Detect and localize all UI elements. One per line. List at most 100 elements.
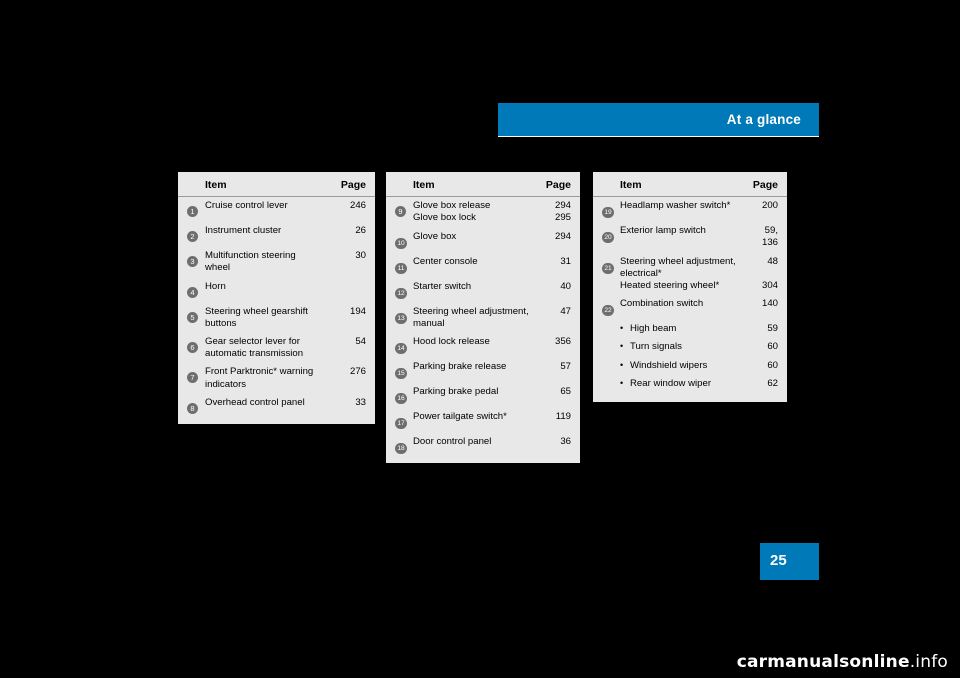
row-page-cell: 33 [332, 397, 366, 409]
row-page-cell: 30 [332, 250, 366, 262]
row-page-cell: 57 [537, 361, 571, 373]
row-page-cell: 119 [537, 411, 571, 423]
page-number: 25 [770, 552, 787, 569]
section-title: At a glance [726, 112, 801, 127]
table-row: 12 Starter switch 40 [395, 281, 571, 300]
page-number-text: 294 [554, 200, 571, 212]
row-item-cell: Starter switch [413, 281, 537, 293]
callout-number-badge: 18 [395, 443, 407, 455]
item-text-line: Horn [205, 280, 226, 292]
row-page-cell: 40 [537, 281, 571, 293]
row-item-cell: Hood lock release [413, 336, 537, 348]
row-item-cell: Steering wheel gearshift buttons [205, 306, 332, 330]
row-page-cell: 48 304 [744, 256, 778, 293]
item-text-line: Glove box release [413, 200, 491, 212]
callout-number-badge: 16 [395, 393, 407, 405]
callout-number-badge: 15 [395, 368, 407, 380]
page-number-text: 30 [355, 250, 366, 262]
callout-number-badge: 11 [395, 262, 407, 274]
row-item-cell: Steering wheel adjustment, electrical* Hea… [620, 256, 744, 293]
row-page-cell: 276 [332, 366, 366, 378]
table-row: 10 Glove box 294 [395, 231, 571, 250]
row-number-cell: 15 [395, 361, 413, 380]
header-page-label: Page [545, 179, 571, 191]
page-number-text: 294 [554, 230, 571, 242]
item-text-line: automatic transmission [205, 348, 304, 360]
table-body: 9 Glove box release Glove box lock 294 295 10… [386, 197, 580, 463]
item-text-line: Parking brake pedal [413, 386, 499, 398]
item-text-line: Overhead control panel [205, 396, 305, 408]
header-number-column [395, 179, 413, 180]
item-text-line: Headlamp washer switch* [620, 200, 731, 212]
row-number-cell: 16 [395, 386, 413, 405]
item-text-line: Front Parktronic* warning [205, 366, 314, 378]
sub-item-label: Windshield wipers [620, 359, 744, 372]
item-text-line: electrical* [620, 267, 662, 279]
row-number-cell: 11 [395, 256, 413, 275]
callout-number-badge: 1 [187, 206, 198, 218]
row-number-cell: 14 [395, 336, 413, 355]
callout-number-badge: 19 [602, 207, 614, 219]
page-number-text: 356 [554, 336, 571, 348]
table-row: 9 Glove box release Glove box lock 294 295 [395, 200, 571, 224]
row-page-cell: 59, 136 [744, 225, 778, 249]
header-underline [498, 136, 819, 137]
callout-number-badge: 21 [602, 262, 614, 274]
sub-item-page-number: 60 [767, 359, 778, 371]
row-item-cell: Steering wheel adjustment, manual [413, 306, 537, 330]
page-number-text: 246 [349, 200, 366, 212]
page-number-text: 295 [554, 212, 571, 224]
callout-number-badge: 20 [602, 232, 614, 244]
callout-number-badge: 4 [187, 286, 198, 298]
page-number-text [332, 281, 366, 293]
row-page-cell: 194 [332, 306, 366, 318]
item-text-line: Power tailgate switch* [413, 411, 507, 423]
item-text-line: Starter switch [413, 280, 472, 292]
sub-item-row: Windshield wipers 60 [620, 359, 778, 372]
callout-number-badge: 9 [395, 206, 406, 218]
row-item-cell: Instrument cluster [205, 225, 332, 237]
row-number-cell: 3 [187, 250, 205, 269]
table-row: 15 Parking brake release 57 [395, 361, 571, 380]
header-item-label: Item [413, 179, 435, 191]
table-row: 20 Exterior lamp switch 59, 136 [602, 225, 778, 249]
watermark-prefix: carmanualsonline [736, 652, 910, 672]
callout-number-badge: 12 [395, 287, 407, 299]
row-item-cell: Front Parktronic* warning indicators [205, 366, 332, 390]
page-number-text: 194 [349, 305, 366, 317]
item-text-line: Steering wheel gearshift [205, 305, 308, 317]
row-page-cell: 65 [537, 386, 571, 398]
header-number-column [187, 179, 205, 180]
table-row: 6 Gear selector lever for automatic transm… [187, 336, 366, 360]
callout-number-badge: 7 [187, 372, 198, 384]
watermark: carmanualsonline.info [737, 652, 948, 672]
row-item-cell: Door control panel [413, 436, 537, 448]
watermark-suffix: .info [909, 652, 948, 672]
table-row: 17 Power tailgate switch* 119 [395, 411, 571, 430]
row-number-cell: 19 [602, 200, 620, 219]
table-row: 2 Instrument cluster 26 [187, 225, 366, 244]
item-text-line: Exterior lamp switch [620, 225, 706, 237]
row-number-cell: 13 [395, 306, 413, 325]
sub-item-page-number: 60 [767, 341, 778, 353]
table-row: 11 Center console 31 [395, 256, 571, 275]
row-number-cell: 20 [602, 225, 620, 244]
row-number-cell: 18 [395, 436, 413, 455]
item-text-line: wheel [205, 262, 231, 274]
header-number-column [602, 179, 620, 180]
row-page-cell: 54 [332, 336, 366, 348]
table-row: 14 Hood lock release 356 [395, 336, 571, 355]
header-page-label: Page [752, 179, 778, 191]
row-number-cell: 10 [395, 231, 413, 250]
table-row: 8 Overhead control panel 33 [187, 397, 366, 416]
row-page-cell: 31 [537, 256, 571, 268]
callout-number-badge: 10 [395, 237, 407, 249]
row-page-cell: 294 [537, 231, 571, 243]
callout-number-badge: 14 [395, 343, 407, 355]
page-number-tab: 25 [760, 543, 819, 580]
legend-table-2: Item Page 9 Glove box release Glove box lock… [386, 172, 580, 464]
callout-number-badge: 6 [187, 342, 198, 354]
table-row: 4 Horn [187, 281, 366, 300]
page-number-text: 65 [560, 386, 571, 398]
page-number-text: 40 [560, 280, 571, 292]
